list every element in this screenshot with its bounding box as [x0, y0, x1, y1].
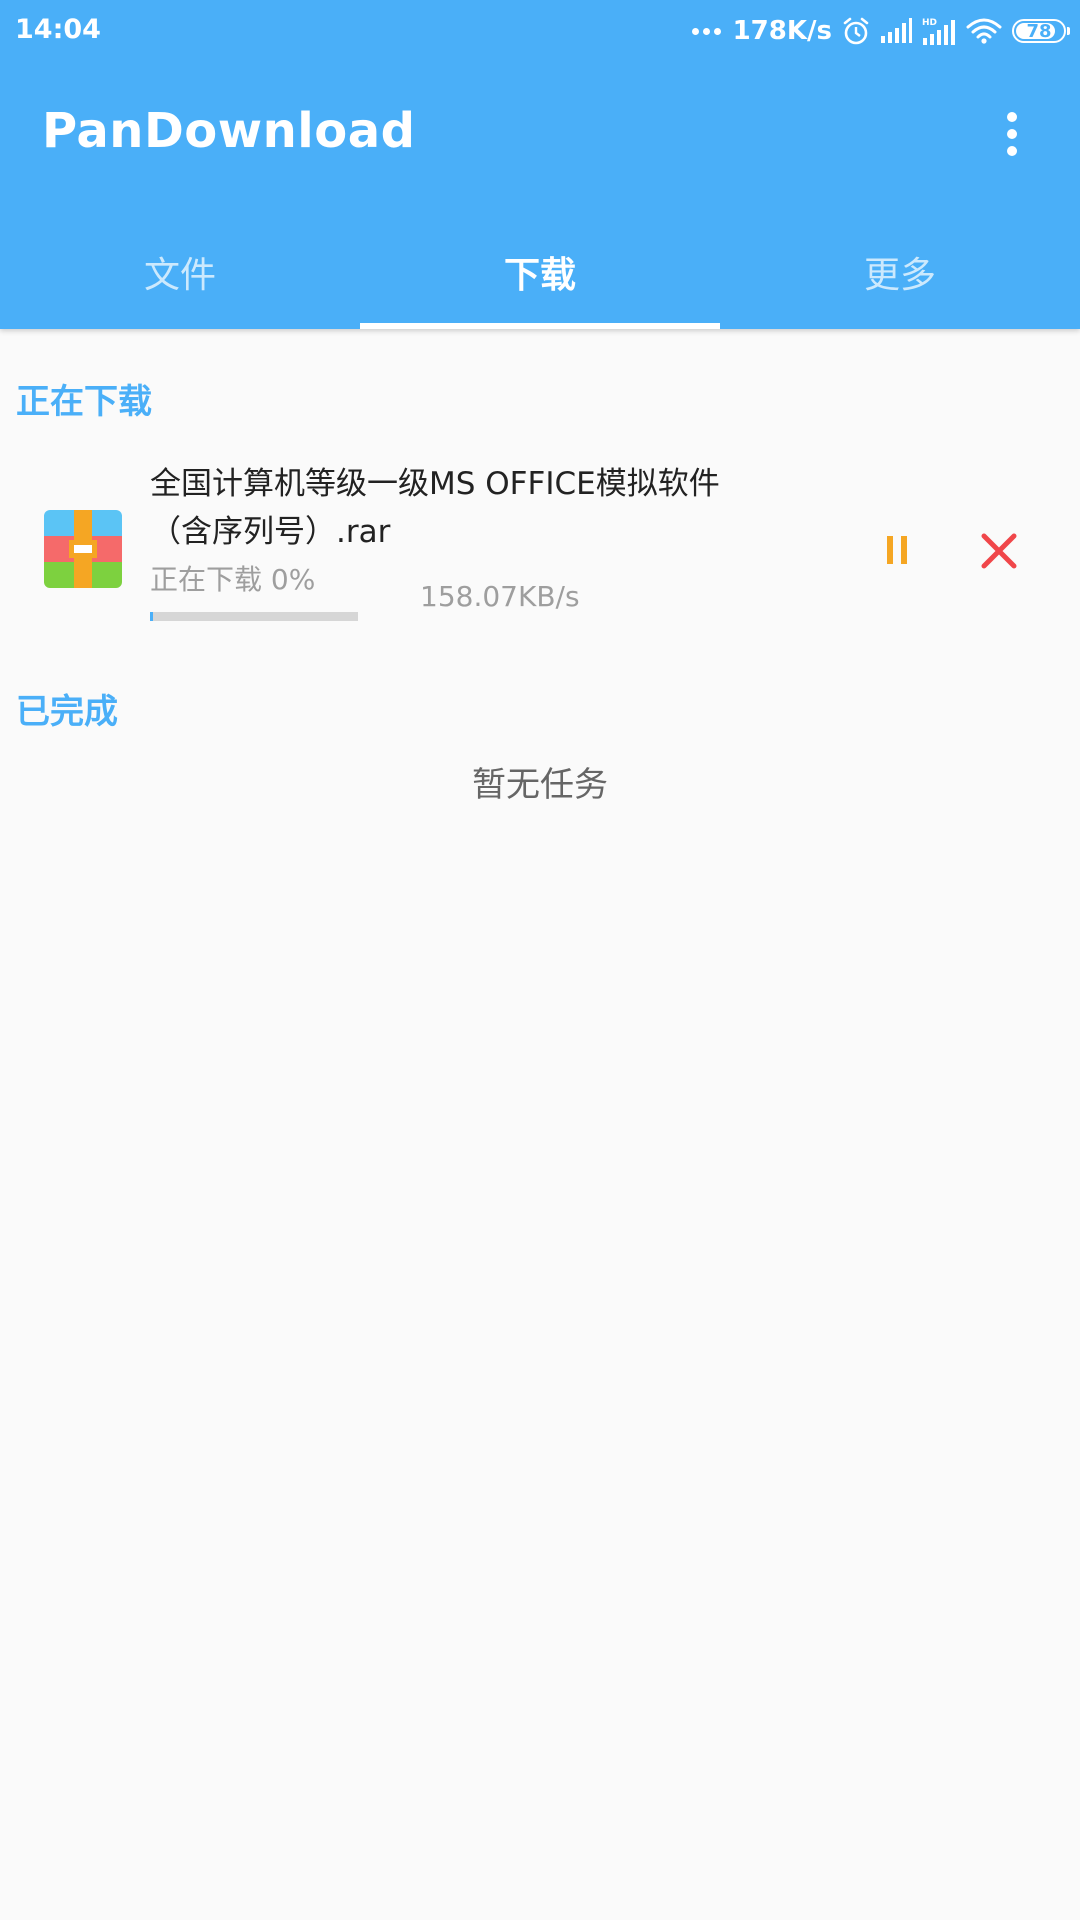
more-vert-icon[interactable] [1002, 104, 1022, 164]
progress-bar [150, 612, 358, 621]
tab-more[interactable]: 更多 [720, 232, 1080, 329]
app-title: PanDownload [42, 103, 416, 159]
tab-indicator [360, 323, 720, 329]
signal-icon [881, 18, 912, 43]
download-item[interactable]: 全国计算机等级一级MS OFFICE模拟软件（含序列号）.rar 正在下载 0%… [0, 440, 1080, 640]
close-icon[interactable] [976, 528, 1022, 574]
network-speed: 178K/s [732, 16, 832, 46]
tab-bar: 文件 下载 更多 [0, 232, 1080, 329]
app-bar: 14:04 178K/s HD 78 PanDownload 文件 下载 更多 [0, 0, 1080, 329]
pause-icon[interactable] [880, 530, 914, 570]
progress-fill [150, 612, 154, 621]
tab-files[interactable]: 文件 [0, 232, 360, 329]
battery-level: 78 [1026, 20, 1052, 42]
section-completed-title: 已完成 [16, 692, 118, 732]
download-status: 正在下载 0% [150, 563, 316, 596]
alarm-icon [843, 17, 869, 45]
battery-icon: 78 [1012, 19, 1070, 43]
section-downloading-title: 正在下载 [16, 382, 152, 422]
hd-label: HD [922, 18, 937, 28]
signal-hd-icon: HD [922, 18, 955, 45]
download-speed: 158.07KB/s [420, 580, 580, 613]
status-bar: 14:04 178K/s HD 78 [0, 0, 1080, 62]
status-icons: 178K/s HD 78 [691, 14, 1070, 48]
status-time: 14:04 [15, 14, 101, 45]
empty-state-text: 暂无任务 [472, 765, 608, 805]
wifi-icon [966, 18, 1002, 44]
archive-file-icon [44, 510, 122, 588]
file-name: 全国计算机等级一级MS OFFICE模拟软件（含序列号）.rar [150, 466, 720, 550]
tab-downloads[interactable]: 下载 [360, 232, 720, 329]
more-notifications-icon [691, 27, 721, 35]
